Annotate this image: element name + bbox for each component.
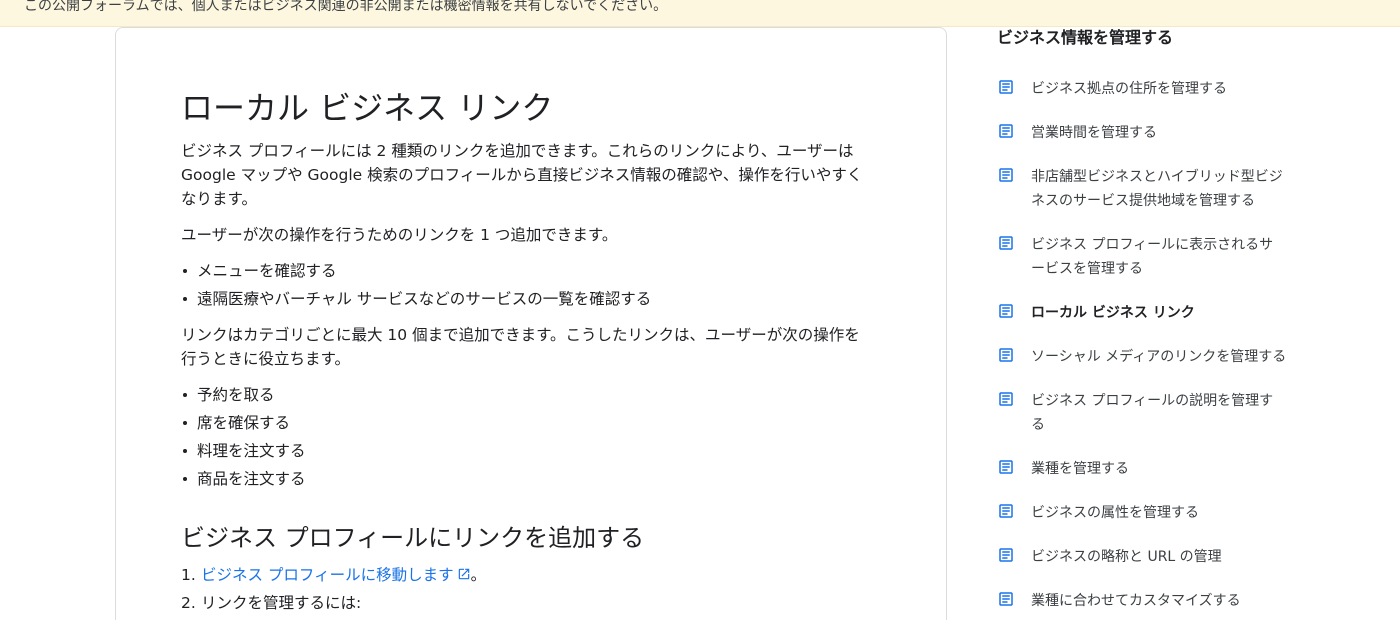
doc-icon: [997, 546, 1015, 564]
page-title: ローカル ビジネス リンク: [181, 89, 554, 127]
sidebar-item[interactable]: ローカル ビジネス リンク: [997, 302, 1297, 346]
sidebar-item-label: ビジネス プロフィールに表示されるサービスを管理する: [1031, 237, 1274, 277]
list-item: 遠隔医療やバーチャル サービスなどのサービスの一覧を確認する: [181, 285, 881, 313]
list-item: 予約を取る: [181, 381, 881, 409]
sidebar-item-label: ビジネス プロフィールの説明を管理する: [1031, 393, 1274, 433]
doc-icon: [997, 390, 1015, 408]
banner-text: この公開フォーラムでは、個人またはビジネス関連の非公開または機密情報を共有しない…: [24, 0, 668, 14]
category-line-1: リンクはカテゴリごとに最大 10 個まで追加できます。こうしたリンクは、ユーザー…: [181, 326, 860, 344]
doc-icon: [997, 302, 1015, 320]
sidebar-item-label: ビジネスの属性を管理する: [1031, 505, 1199, 521]
sidebar-item-label: ローカル ビジネス リンク: [1031, 305, 1195, 321]
sidebar-title: ビジネス情報を管理する: [997, 28, 1174, 47]
sidebar-item[interactable]: ビジネス拠点の住所を管理する: [997, 78, 1297, 122]
list-item: メニューを確認する: [181, 257, 881, 285]
sidebar-item-label: ソーシャル メディアのリンクを管理する: [1031, 349, 1287, 365]
list-item: 料理を注文する: [181, 437, 881, 465]
sidebar-item[interactable]: ビジネス プロフィールに表示されるサービスを管理する: [997, 234, 1297, 278]
sidebar-item-label: 非店舗型ビジネスとハイブリッド型ビジネスのサービス提供地域を管理する: [1031, 169, 1283, 209]
privacy-banner: この公開フォーラムでは、個人またはビジネス関連の非公開または機密情報を共有しない…: [0, 0, 1400, 27]
doc-icon: [997, 78, 1015, 96]
intro-line-3: なります。: [181, 190, 257, 208]
sidebar-item[interactable]: ビジネスの略称と URL の管理: [997, 546, 1297, 590]
single-link-paragraph: ユーザーが次の操作を行うためのリンクを 1 つ追加できます。: [181, 226, 618, 244]
sidebar-item-label: 営業時間を管理する: [1031, 125, 1157, 141]
doc-icon: [997, 590, 1015, 608]
category-paragraph: リンクはカテゴリごとに最大 10 個まで追加できます。こうしたリンクは、ユーザー…: [181, 323, 881, 371]
sidebar-item[interactable]: 業種に合わせてカスタマイズする: [997, 590, 1297, 620]
list-item: 商品を注文する: [181, 465, 881, 493]
sidebar-item-label: ビジネスの略称と URL の管理: [1031, 549, 1222, 565]
list-item: 席を確保する: [181, 409, 881, 437]
business-profile-link[interactable]: ビジネス プロフィールに移動します: [201, 566, 471, 584]
sidebar-item[interactable]: ビジネスの属性を管理する: [997, 502, 1297, 546]
section-heading: ビジネス プロフィールにリンクを追加する: [181, 524, 645, 552]
sidebar-item[interactable]: 営業時間を管理する: [997, 122, 1297, 166]
category-line-2: 行うときに役立ちます。: [181, 350, 350, 368]
sidebar-item[interactable]: ソーシャル メディアのリンクを管理する: [997, 346, 1297, 390]
doc-icon: [997, 458, 1015, 476]
sidebar-item-label: 業種を管理する: [1031, 461, 1129, 477]
step-item: 2. リンクを管理するには:: [181, 594, 362, 612]
category-list: 予約を取る 席を確保する 料理を注文する 商品を注文する: [181, 381, 881, 493]
doc-icon: [997, 166, 1015, 184]
doc-icon: [997, 346, 1015, 364]
doc-icon: [997, 502, 1015, 520]
sidebar-item[interactable]: 非店舗型ビジネスとハイブリッド型ビジネスのサービス提供地域を管理する: [997, 166, 1297, 210]
doc-icon: [997, 122, 1015, 140]
sidebar-item-label: ビジネス拠点の住所を管理する: [1031, 81, 1227, 97]
external-link-icon: [458, 568, 469, 580]
sidebar-item-label: 業種に合わせてカスタマイズする: [1031, 593, 1241, 609]
sidebar-item[interactable]: 業種を管理する: [997, 458, 1297, 502]
sidebar-item[interactable]: ビジネス プロフィールの説明を管理する: [997, 390, 1297, 434]
step-item: 1. ビジネス プロフィールに移動します。: [181, 566, 487, 584]
doc-icon: [997, 234, 1015, 252]
intro-line-1: ビジネス プロフィールには 2 種類のリンクを追加できます。これらのリンクにより…: [181, 142, 854, 160]
intro-line-2: Google マップや Google 検索のプロフィールから直接ビジネス情報の確…: [181, 166, 863, 184]
intro-paragraph: ビジネス プロフィールには 2 種類のリンクを追加できます。これらのリンクにより…: [181, 139, 881, 211]
article-card: ローカル ビジネス リンク ビジネス プロフィールには 2 種類のリンクを追加で…: [115, 27, 947, 620]
single-link-list: メニューを確認する 遠隔医療やバーチャル サービスなどのサービスの一覧を確認する: [181, 257, 881, 313]
steps-list: 1. ビジネス プロフィールに移動します。 2. リンクを管理するには:: [181, 561, 881, 617]
